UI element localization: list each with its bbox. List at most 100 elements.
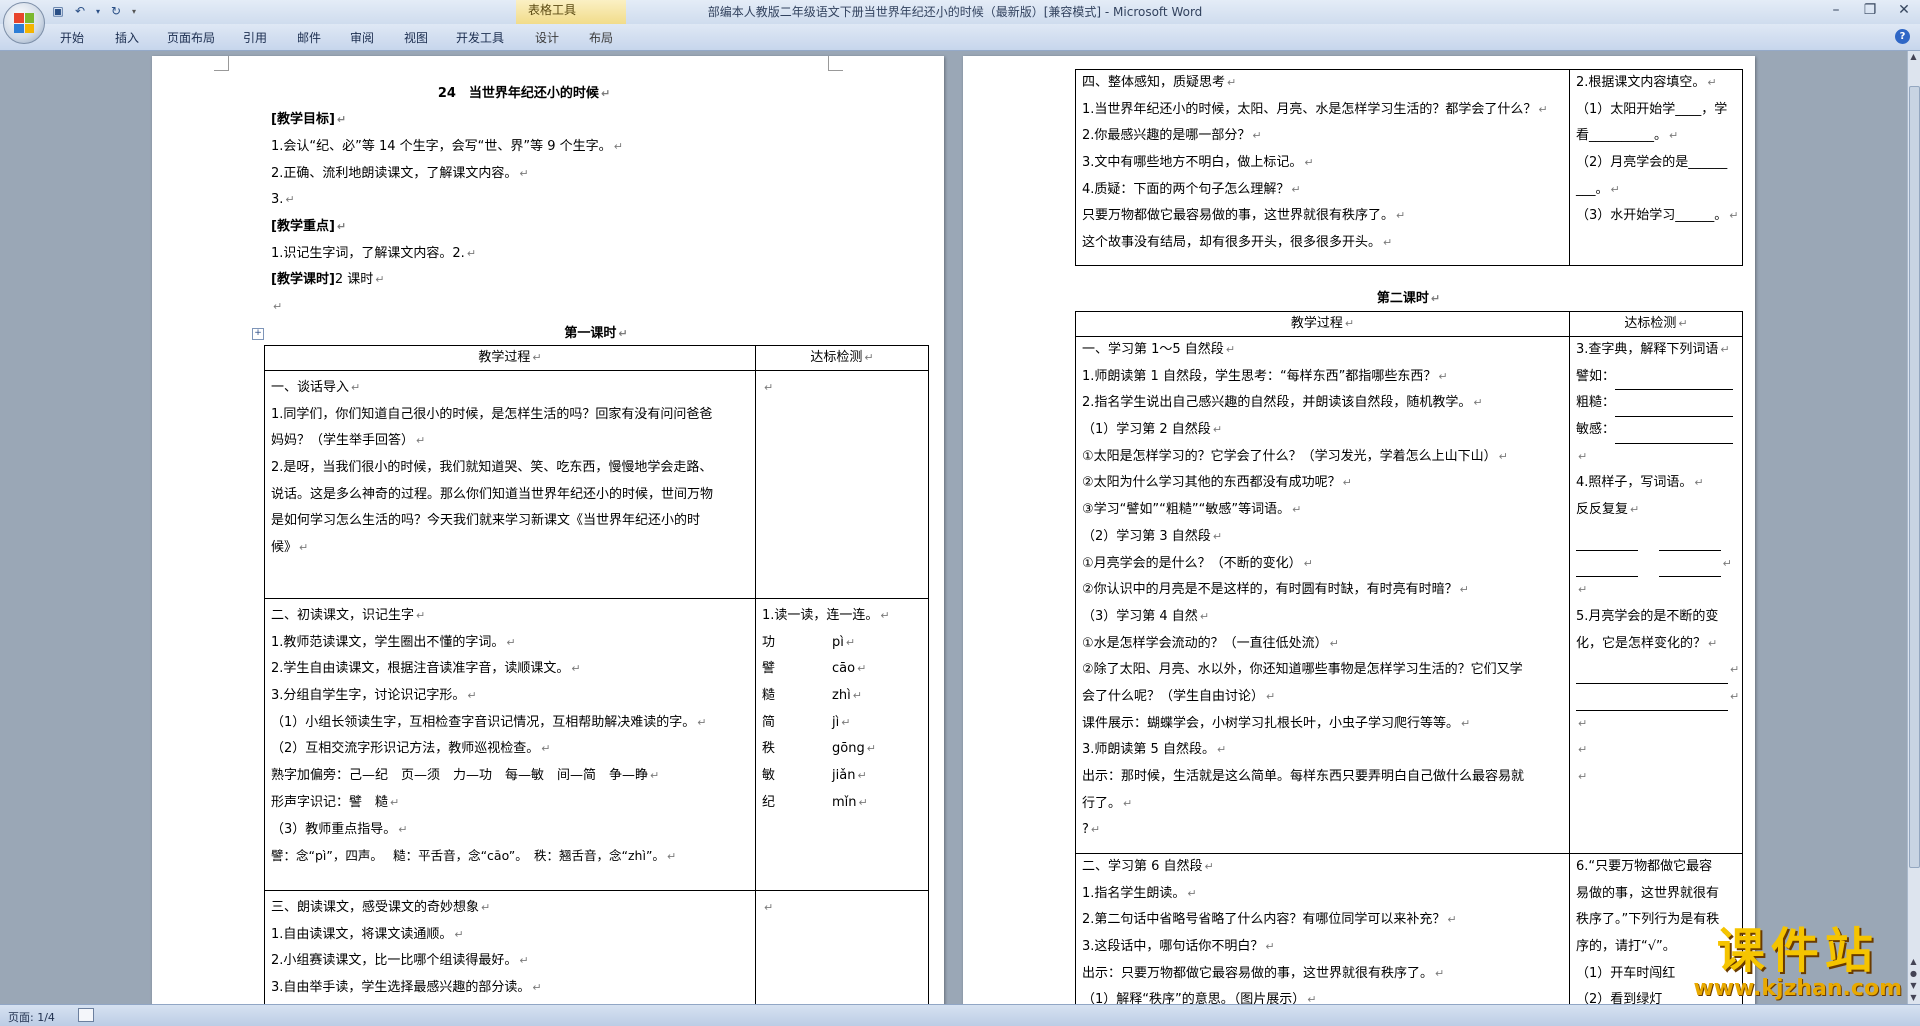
tab-home[interactable]: 开始 xyxy=(60,29,84,46)
save-icon[interactable]: ▣ xyxy=(50,3,66,19)
content-line: ? ↵ xyxy=(1082,822,1101,838)
content-line: （3）教师重点指导。 ↵ xyxy=(271,821,408,837)
next-page-icon[interactable]: ▼ xyxy=(1909,980,1918,992)
key-text: 1.识记生字词，了解课文内容。2. ↵ xyxy=(271,246,477,261)
crop-mark xyxy=(214,56,229,71)
content-line: 行了。 ↵ xyxy=(1082,795,1133,811)
lesson-title: 24 当世界年纪还小的时候 ↵ xyxy=(437,86,611,101)
lesson1-table: 教学过程 ↵ 达标检测 ↵ 一、谈话导入 ↵ 1.同学们，你们知道自己很小的时候，是怎… xyxy=(264,345,929,1004)
section-3-cell: 三、朗读课文，感受课文的奇妙想象 ↵ 1.自由读课文，将课文读通顺。 ↵ 2.小组赛… xyxy=(264,890,756,1004)
vertical-scrollbar[interactable]: ▲ ▲ ● ▼ ▼ xyxy=(1907,51,1920,1004)
ribbon-tabs: 开始 插入 页面布局 引用 邮件 审阅 视图 开发工具 设计 布局 xyxy=(0,24,1920,51)
section-2-check-cell: 1.读一读，连一连。 ↵ 功 pì ↵ 譬 cāo ↵ 糙 zhì ↵ 简 jì ↵ 秩 gōng ↵… xyxy=(755,598,929,891)
tab-insert[interactable]: 插入 xyxy=(115,29,139,46)
content-line: 1.教师范读课文，学生圈出不懂的字词。 ↵ xyxy=(271,634,516,650)
check-line: 粗糙： xyxy=(1570,390,1742,418)
lesson2-title: 第二课时 ↵ xyxy=(1376,291,1441,306)
match-pair: 简 jì ↵ xyxy=(762,714,851,730)
undo-icon[interactable]: ↶ xyxy=(72,3,88,19)
content-line: 出示：只要万物都做它最容易做的事，这世界就很有秩序了。 ↵ xyxy=(1082,965,1445,981)
content-line: 2.指名学生说出自己感兴趣的自然段，并朗读该自然段，随机教学。 ↵ xyxy=(1082,395,1483,411)
undo-dropdown-icon[interactable]: ▾ xyxy=(94,3,102,19)
office-button[interactable] xyxy=(3,2,45,44)
scroll-up-icon[interactable]: ▲ xyxy=(1909,51,1918,63)
match-pair: 譬 cāo ↵ xyxy=(762,661,867,677)
content-line: 熟字加偏旁：己—纪 页—须 力—功 每—敏 间—简 争—睁 ↵ xyxy=(271,768,660,784)
content-line: ①月亮学会的是什么？（不断的变化） ↵ xyxy=(1082,555,1313,571)
content-line: ①水是怎样学会流动的？（一直往低处流） ↵ xyxy=(1082,635,1339,651)
content-line: 3.自由举手读，学生选择最感兴趣的部分读。 ↵ xyxy=(271,980,542,996)
tab-developer[interactable]: 开发工具 xyxy=(456,29,504,46)
lesson1-table-continued: 四、整体感知，质疑思考 ↵ 1.当世界年纪还小的时候，太阳、月亮、水是怎样学习生活… xyxy=(1075,69,1743,266)
content-line: 课件展示：蝴蝶学会，小树学习扎根长叶，小虫子学习爬行等等。 ↵ xyxy=(1082,715,1471,731)
match-pair: 秩 gōng ↵ xyxy=(762,741,876,757)
tab-view[interactable]: 视图 xyxy=(404,29,428,46)
page-2: 四、整体感知，质疑思考 ↵ 1.当世界年纪还小的时候，太阳、月亮、水是怎样学习生活… xyxy=(963,56,1755,1004)
quick-access-toolbar: ▣ ↶ ▾ ↻ ▾ xyxy=(50,3,138,21)
customize-qat-icon[interactable]: ▾ xyxy=(130,3,138,19)
table-move-handle-icon[interactable]: + xyxy=(252,328,264,340)
content-line: 3.文中有哪些地方不明白，做上标记。 ↵ xyxy=(1082,155,1314,171)
maximize-icon[interactable]: ❐ xyxy=(1860,2,1880,18)
content-line: ②你认识中的月亮是不是这样的，有时圆有时缺，有时亮有时暗？ ↵ xyxy=(1082,582,1469,598)
goal-line: 2.正确、流利地朗读课文，了解课文内容。 ↵ xyxy=(271,166,529,181)
prev-page-icon[interactable]: ▲ xyxy=(1909,956,1918,968)
content-line: 说话。这是多么神奇的过程。那么你们知道当世界年纪还小的时候，世间万物 xyxy=(271,486,714,502)
tab-mailings[interactable]: 邮件 xyxy=(297,29,321,46)
period-line: [教学课时]2 课时 ↵ xyxy=(271,272,385,287)
tab-design[interactable]: 设计 xyxy=(535,29,559,46)
watermark-name: 课件站 xyxy=(1716,923,1879,979)
check-line: （3）水开始学习______。 ↵ xyxy=(1576,208,1739,224)
document-workspace: 24 当世界年纪还小的时候 ↵ [教学目标] ↵ 1.会认“纪、必”等 14 个生字… xyxy=(0,51,1908,1004)
content-line: ①太阳是怎样学习的？它学会了什么？（学习发光，学着怎么上山下山） ↵ xyxy=(1082,448,1508,464)
minimize-icon[interactable]: – xyxy=(1826,2,1846,18)
content-line: 3.分组自学生字，讨论识记字形。 ↵ xyxy=(271,688,477,704)
section-a-check-cell: 3.查字典，解释下列词语 ↵ 譬如： 粗糙： 敏感： ↵ 4.照样子，写词语。 ↵ … xyxy=(1569,336,1743,854)
watermark-url: www.kjzhan.com xyxy=(1693,976,1902,1001)
section-heading: 一、谈话导入 ↵ xyxy=(271,380,361,395)
window-title: 部编本人教版二年级语文下册当世界年纪还小的时候（最新版）[兼容模式] - Mic… xyxy=(707,5,1203,19)
goal-header: [教学目标] ↵ xyxy=(271,112,347,127)
crop-mark xyxy=(828,56,843,71)
proofing-icon[interactable] xyxy=(78,1008,94,1022)
scroll-down-icon[interactable]: ▼ xyxy=(1909,992,1918,1004)
scroll-thumb[interactable] xyxy=(1909,86,1920,868)
content-line: 会了什么呢？（学生自由讨论） ↵ xyxy=(1082,688,1276,704)
tab-review[interactable]: 审阅 xyxy=(350,29,374,46)
tab-references[interactable]: 引用 xyxy=(243,29,267,46)
blank-line: ↵ xyxy=(1570,684,1742,711)
content-line: 候》 ↵ xyxy=(271,540,309,556)
empty-line: ↵ xyxy=(273,300,283,313)
content-line: 2.是呀，当我们很小的时候，我们就知道哭、笑、吃东西，慢慢地学会走路、 xyxy=(271,460,713,476)
window-controls: – ❐ ✕ xyxy=(1826,2,1914,18)
tab-layout[interactable]: 布局 xyxy=(589,29,613,46)
page-indicator[interactable]: 页面: 1/4 xyxy=(8,1009,55,1025)
content-line: 3.师朗读第 5 自然段。 ↵ xyxy=(1082,742,1227,758)
section-heading: 一、学习第 1～5 自然段 ↵ xyxy=(1082,342,1236,357)
content-line: 妈妈？（学生举手回答） ↵ xyxy=(271,433,426,449)
help-icon[interactable]: ? xyxy=(1895,29,1910,44)
table-head-check: 达标检测 ↵ xyxy=(1569,311,1743,337)
repeat-icon[interactable]: ↻ xyxy=(108,3,124,19)
section-heading: 二、学习第 6 自然段 ↵ xyxy=(1082,859,1214,874)
blank-line: ↵ xyxy=(1570,657,1742,684)
check-line: 敏感： xyxy=(1570,417,1742,444)
content-line: 3.这段话中，哪句话你不明白？ ↵ xyxy=(1082,939,1275,955)
table-head-process: 教学过程 ↵ xyxy=(1075,311,1570,337)
table-head-process: 教学过程 ↵ xyxy=(264,345,756,371)
browse-object-icon[interactable]: ● xyxy=(1909,968,1918,980)
content-line: 形声字识记：譬 糙 ↵ xyxy=(271,794,400,810)
match-pair: 功 pì ↵ xyxy=(762,634,856,650)
page-1: 24 当世界年纪还小的时候 ↵ [教学目标] ↵ 1.会认“纪、必”等 14 个生字… xyxy=(152,56,944,1004)
content-line: （2）互相交流字形识记方法，教师巡视检查。 ↵ xyxy=(271,741,551,757)
content-line: （1）解释“秩序”的意思。（图片展示） ↵ xyxy=(1082,992,1317,1004)
tab-page-layout[interactable]: 页面布局 xyxy=(167,29,215,46)
check-question: 6.“只要万物都做它最容 xyxy=(1576,859,1713,874)
content-line: 2.小组赛读课文，比一比哪个组读得最好。 ↵ xyxy=(271,953,529,969)
section-heading: 三、朗读课文，感受课文的奇妙想象 ↵ xyxy=(271,900,491,915)
close-icon[interactable]: ✕ xyxy=(1894,2,1914,18)
content-line: （1）学习第 2 自然段 ↵ xyxy=(1082,422,1223,438)
check-line: （2）月亮学会的是______ xyxy=(1576,155,1728,171)
goal-line: 1.会认“纪、必”等 14 个生字，会写“世、界”等 9 个生字。 ↵ xyxy=(271,139,623,154)
check-line: ___。 ↵ xyxy=(1576,181,1620,197)
